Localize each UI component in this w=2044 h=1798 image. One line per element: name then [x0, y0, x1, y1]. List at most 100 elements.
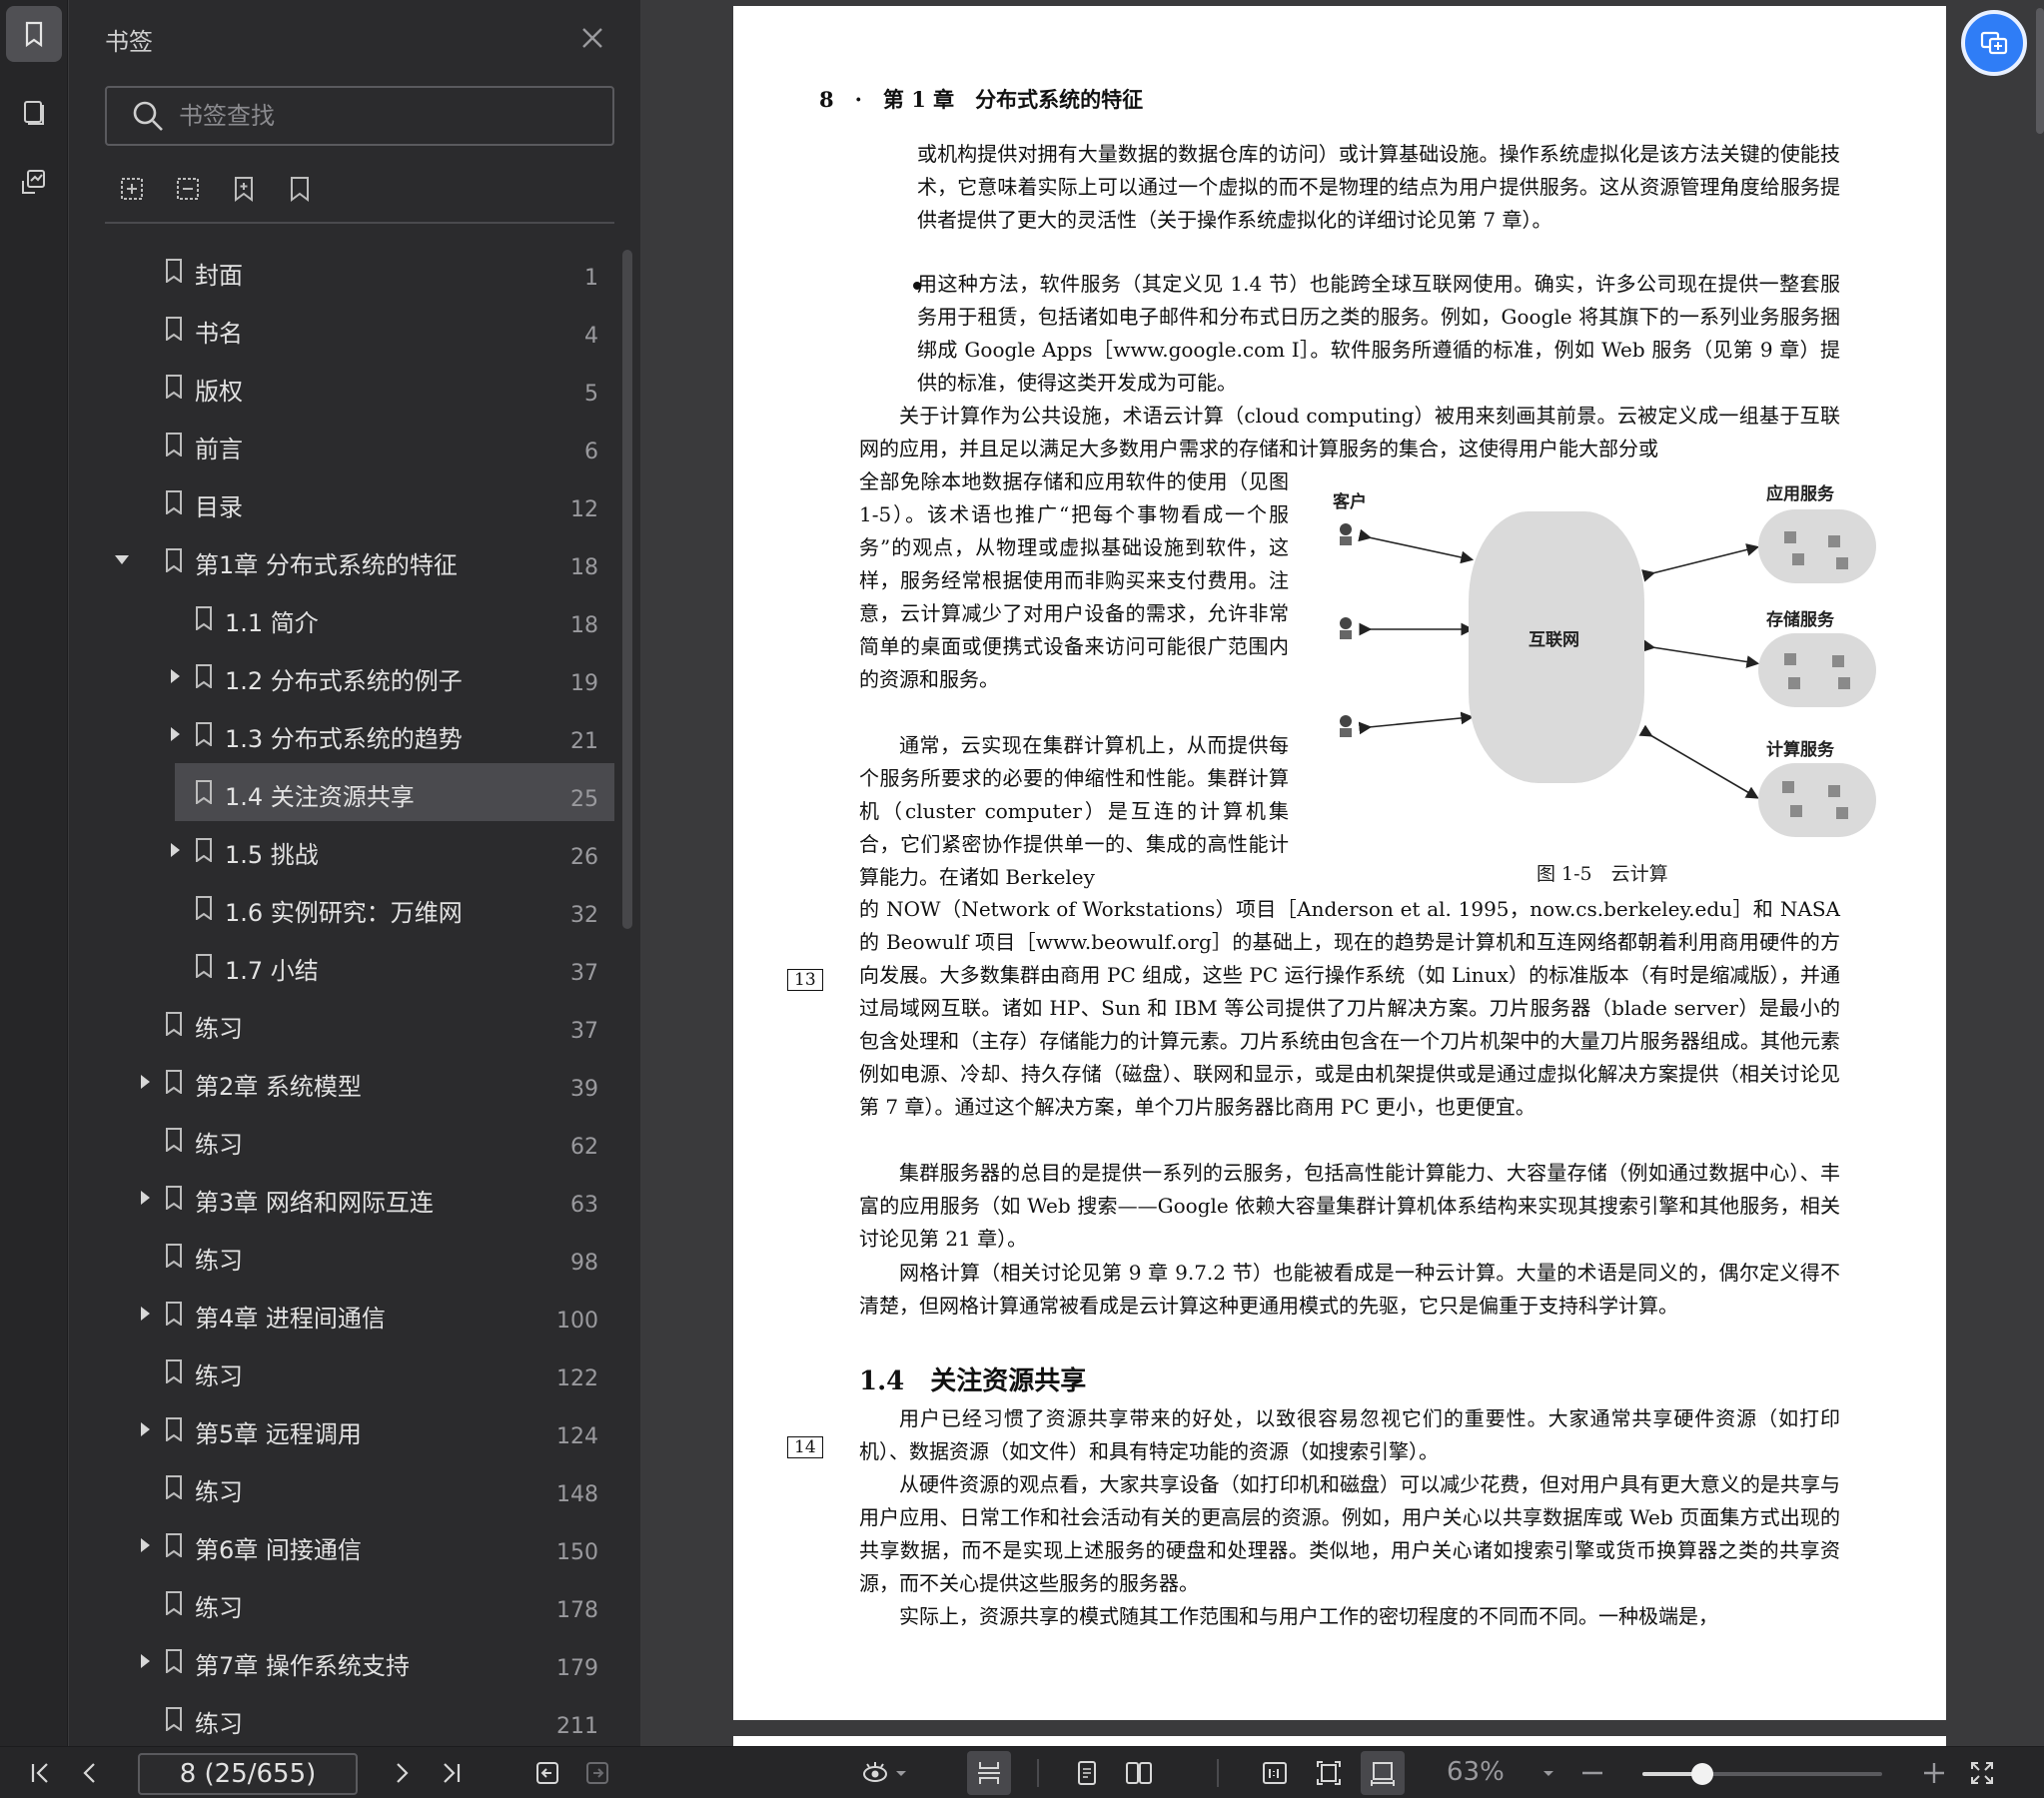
bookmark-item[interactable]: 1.6 实例研究：万维网 32: [105, 879, 614, 937]
first-page-icon[interactable]: [24, 1757, 56, 1789]
bookmark-item-label: 1.4 关注资源共享: [225, 783, 415, 811]
annotations-tab-icon[interactable]: [6, 154, 62, 210]
bookmark-search-box[interactable]: [105, 86, 614, 146]
paragraph: 通常，云实现在集群计算机上，从而提供每个服务所要求的必要的伸缩性和性能。集群计算…: [859, 733, 1289, 889]
caret-collapsed-icon[interactable]: [171, 669, 180, 683]
add-bookmark-icon[interactable]: [117, 174, 147, 204]
zoom-slider-handle[interactable]: [1691, 1763, 1713, 1785]
thumbnails-tab-icon[interactable]: [6, 84, 62, 140]
single-page-icon[interactable]: [1071, 1757, 1103, 1789]
zoom-level[interactable]: 63%: [1447, 1757, 1505, 1787]
bookmark-item-page: 122: [556, 1366, 598, 1391]
two-page-icon[interactable]: [1123, 1757, 1155, 1789]
bookmark-search-input[interactable]: [179, 102, 578, 130]
bookmark-item[interactable]: 封面 1: [105, 242, 614, 300]
bookmark-item[interactable]: 第1章 分布式系统的特征 18: [105, 531, 614, 589]
bookmark-item-label: 1.3 分布式系统的趋势: [225, 725, 463, 753]
bookmark-item[interactable]: 第7章 操作系统支持 179: [105, 1632, 614, 1690]
caret-collapsed-icon[interactable]: [141, 1075, 150, 1089]
page-number-input[interactable]: 8 (25/655): [138, 1753, 358, 1795]
bookmark-item-page: 62: [570, 1135, 598, 1160]
bookmark-item[interactable]: 练习 37: [105, 995, 614, 1053]
left-icon-rail: [0, 0, 68, 1746]
bookmark-item[interactable]: 目录 12: [105, 473, 614, 531]
bookmark-item[interactable]: 第3章 网络和网际互连 63: [105, 1169, 614, 1227]
bookmark-item[interactable]: 练习 98: [105, 1227, 614, 1285]
continuous-scroll-icon[interactable]: [967, 1751, 1011, 1795]
paragraph: 网格计算（相关讨论见第 9 章 9.7.2 节）也能被看成是一种云计算。大量的术…: [859, 1261, 1840, 1318]
caret-expanded-icon[interactable]: [115, 555, 129, 564]
insert-bookmark-icon[interactable]: [229, 174, 259, 204]
bookmark-item-label: 练习: [195, 1478, 243, 1506]
bookmark-item-label: 目录: [195, 493, 243, 521]
chevron-down-icon[interactable]: [891, 1757, 911, 1789]
caret-collapsed-icon[interactable]: [141, 1307, 150, 1321]
bookmark-item[interactable]: 1.1 简介 18: [105, 589, 614, 647]
eye-care-icon[interactable]: [859, 1757, 891, 1789]
bookmark-item[interactable]: 1.3 分布式系统的趋势 21: [105, 705, 614, 763]
panel-scrollbar[interactable]: [622, 250, 632, 929]
bookmark-item[interactable]: 1.7 小结 37: [105, 937, 614, 995]
document-scrollbar[interactable]: [2036, 8, 2044, 134]
chevron-down-icon[interactable]: [1538, 1757, 1558, 1789]
caret-collapsed-icon[interactable]: [141, 1538, 150, 1552]
caret-collapsed-icon[interactable]: [141, 1654, 150, 1668]
bookmark-item-page: 150: [556, 1540, 598, 1565]
bookmark-item[interactable]: 前言 6: [105, 416, 614, 473]
bookmark-item-page: 148: [556, 1482, 598, 1507]
bookmark-icon: [165, 1475, 183, 1500]
zoom-out-icon[interactable]: [1576, 1757, 1608, 1789]
bookmark-icon: [195, 838, 213, 863]
bookmark-item[interactable]: 第6章 间接通信 150: [105, 1516, 614, 1574]
bookmark-item[interactable]: 练习 211: [105, 1690, 614, 1748]
actual-size-icon[interactable]: [1259, 1757, 1291, 1789]
bookmark-icon: [165, 1707, 183, 1732]
bookmark-item[interactable]: 练习 178: [105, 1574, 614, 1632]
bookmark-item[interactable]: 练习 122: [105, 1343, 614, 1400]
caret-collapsed-icon[interactable]: [171, 843, 180, 857]
fullscreen-icon[interactable]: [1966, 1757, 1998, 1789]
fit-width-icon[interactable]: [1361, 1751, 1405, 1795]
bookmark-item[interactable]: 1.4 关注资源共享 25: [175, 763, 614, 821]
bookmark-item[interactable]: 书名 4: [105, 300, 614, 358]
caret-collapsed-icon[interactable]: [141, 1422, 150, 1436]
last-page-icon[interactable]: [436, 1757, 468, 1789]
bookmarks-tab-icon[interactable]: [6, 6, 62, 62]
bookmark-icon: [165, 433, 183, 457]
zoom-in-icon[interactable]: [1918, 1757, 1950, 1789]
previous-page-icon[interactable]: [74, 1757, 106, 1789]
paragraph: 从硬件资源的观点看，大家共享设备（如打印机和磁盘）可以减少花费，但对用户具有更大…: [859, 1472, 1840, 1595]
forward-history-icon[interactable]: [581, 1757, 613, 1789]
bookmark-item[interactable]: 1.2 分布式系统的例子 19: [105, 647, 614, 705]
close-icon[interactable]: [576, 22, 608, 54]
bookmark-item[interactable]: 第5章 远程调用 124: [105, 1400, 614, 1458]
bookmark-item-page: 37: [570, 1019, 598, 1044]
bookmark-item-label: 练习: [195, 1247, 243, 1275]
client-icon: [1335, 713, 1357, 739]
bookmark-item[interactable]: 练习 62: [105, 1111, 614, 1169]
bookmark-item[interactable]: 版权 5: [105, 358, 614, 416]
panel-title: 书签: [105, 28, 153, 56]
bookmark-item[interactable]: 第2章 系统模型 39: [105, 1053, 614, 1111]
bookmark-item[interactable]: 第4章 进程间通信 100: [105, 1285, 614, 1343]
margin-page-number: 13: [787, 969, 823, 991]
bookmark-item-label: 第1章 分布式系统的特征: [195, 551, 458, 579]
bookmark-item[interactable]: 1.5 挑战 26: [105, 821, 614, 879]
bookmark-item-label: 1.6 实例研究：万维网: [225, 899, 463, 927]
bookmark-icon: [165, 548, 183, 573]
zoom-slider[interactable]: [1642, 1763, 1882, 1785]
caret-collapsed-icon[interactable]: [171, 727, 180, 741]
caret-collapsed-icon[interactable]: [141, 1191, 150, 1205]
bookmark-icon: [165, 1359, 183, 1384]
bookmark-item[interactable]: 练习 148: [105, 1458, 614, 1516]
fit-page-icon[interactable]: [1313, 1757, 1345, 1789]
bookmark-outline-icon[interactable]: [285, 174, 315, 204]
next-page-icon[interactable]: [386, 1757, 418, 1789]
paragraph: 用这种方法，软件服务（其定义见 1.4 节）也能跨全球互联网使用。确实，许多公司…: [917, 272, 1840, 395]
back-history-icon[interactable]: [531, 1757, 563, 1789]
bookmark-icon: [195, 606, 213, 631]
bookmark-item-page: 39: [570, 1077, 598, 1102]
floating-action-button[interactable]: [1961, 10, 2027, 76]
running-head: 8 · 第 1 章 分布式系统的特征: [819, 87, 1144, 112]
remove-bookmark-icon[interactable]: [173, 174, 203, 204]
